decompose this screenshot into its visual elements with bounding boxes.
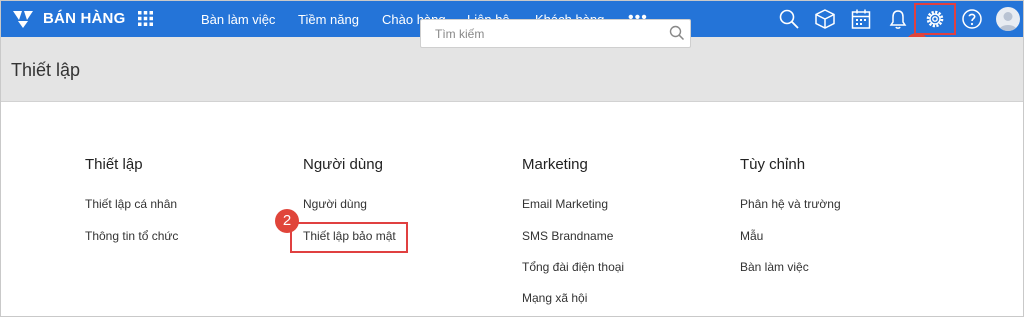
link-social-network[interactable]: Mạng xã hội (522, 291, 587, 305)
link-modules-fields[interactable]: Phân hệ và trường (740, 197, 841, 211)
link-users[interactable]: Người dùng (303, 197, 367, 211)
bell-icon[interactable] (887, 8, 909, 30)
link-call-center[interactable]: Tổng đài điện thoại (522, 260, 624, 274)
logo-icon (13, 11, 33, 28)
avatar[interactable] (996, 7, 1020, 31)
link-personal-settings[interactable]: Thiết lập cá nhân (85, 197, 177, 211)
search-input[interactable] (420, 19, 691, 48)
nav-item-workspace[interactable]: Bàn làm việc (201, 12, 275, 27)
help-icon[interactable] (961, 8, 983, 30)
link-email-marketing[interactable]: Email Marketing (522, 197, 608, 211)
box-icon[interactable] (814, 8, 836, 30)
step-badge-2: 2 (275, 209, 299, 233)
nav-item-leads[interactable]: Tiềm năng (298, 12, 359, 27)
settings-highlight-box (914, 3, 956, 35)
link-sms-brandname[interactable]: SMS Brandname (522, 229, 613, 243)
security-settings-highlight-box (290, 222, 408, 253)
search-icon[interactable] (668, 24, 686, 42)
link-workspace[interactable]: Bàn làm việc (740, 260, 809, 274)
section-title-setup: Thiết lập (85, 156, 143, 173)
page-title: Thiết lập (11, 60, 81, 80)
section-title-customize: Tùy chỉnh (740, 156, 806, 173)
calendar-icon[interactable] (850, 8, 872, 30)
section-title-users: Người dùng (303, 156, 383, 173)
app-brand[interactable]: BÁN HÀNG (43, 10, 125, 27)
user-avatar-icon (999, 12, 1017, 31)
app-window: BÁN HÀNG Bàn làm việc Tiềm năng Chào hàn… (0, 0, 1024, 317)
section-title-marketing: Marketing (522, 156, 588, 173)
search-icon[interactable] (778, 8, 800, 30)
link-organization-info[interactable]: Thông tin tổ chức (85, 229, 178, 243)
link-templates[interactable]: Mẫu (740, 229, 763, 243)
apps-grid-icon[interactable] (138, 11, 153, 26)
